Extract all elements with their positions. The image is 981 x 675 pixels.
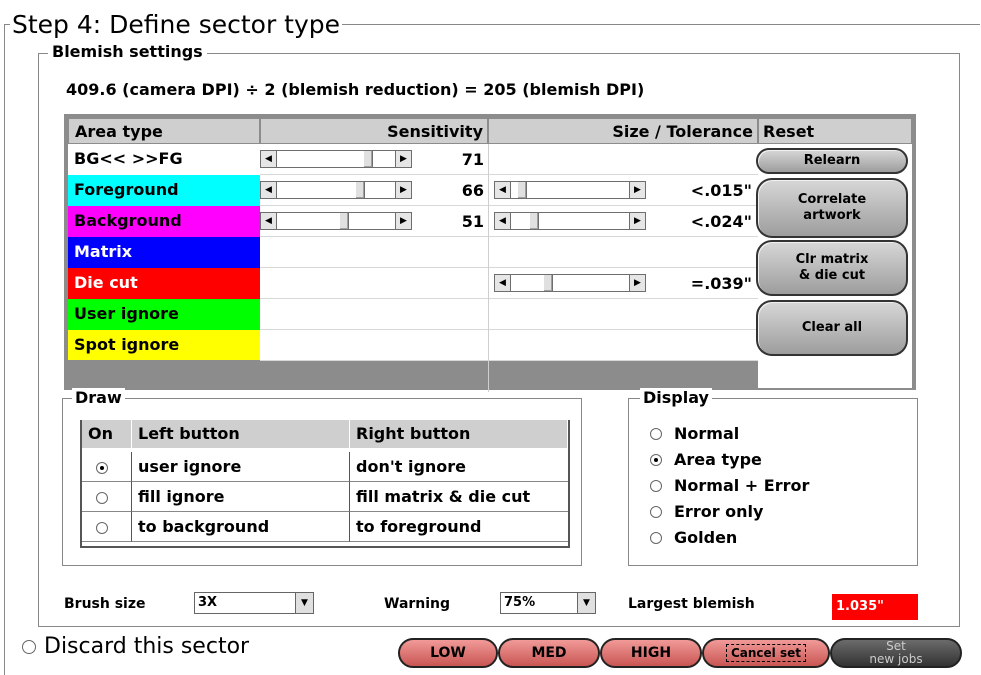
warning-select[interactable]: 75% ▼ — [500, 592, 596, 614]
scroll-right-icon[interactable]: ▶ — [629, 275, 645, 291]
draw-on-cell[interactable] — [82, 512, 132, 542]
draw-radio-2[interactable] — [96, 522, 108, 534]
scroll-left-icon[interactable]: ◀ — [495, 213, 511, 229]
radio-icon[interactable] — [22, 640, 36, 654]
header-sensitivity: Sensitivity — [260, 118, 488, 144]
foreground-sensitivity-slider[interactable]: ◀ ▶ — [260, 181, 412, 199]
slider-thumb[interactable] — [339, 213, 349, 229]
largest-blemish-label: Largest blemish — [628, 596, 755, 612]
scroll-right-icon[interactable]: ▶ — [629, 213, 645, 229]
header-area-type: Area type — [68, 118, 260, 144]
scroll-left-icon[interactable]: ◀ — [261, 151, 277, 167]
draw-header-right: Right button — [350, 420, 568, 448]
grid-row — [260, 330, 760, 361]
foreground-tolerance-slider[interactable]: ◀ ▶ — [494, 181, 646, 199]
grid-row — [260, 237, 760, 268]
correlate-artwork-button[interactable]: Correlate artwork — [756, 178, 908, 238]
background-sensitivity-slider[interactable]: ◀ ▶ — [260, 212, 412, 230]
area-type-spot-ignore: Spot ignore — [68, 330, 260, 360]
area-type-user-ignore: User ignore — [68, 299, 260, 330]
scroll-left-icon[interactable]: ◀ — [495, 275, 511, 291]
area-type-foreground: Foreground — [68, 175, 260, 206]
correlate-label-2: artwork — [803, 208, 861, 223]
draw-on-cell[interactable] — [82, 452, 132, 482]
clear-all-button[interactable]: Clear all — [756, 300, 908, 356]
draw-left-2: to background — [132, 512, 350, 542]
scroll-right-icon[interactable]: ▶ — [395, 213, 411, 229]
brush-size-value: 3X — [198, 595, 218, 610]
draw-right-0: don't ignore — [350, 452, 568, 482]
slider-thumb[interactable] — [363, 151, 373, 167]
cancel-set-button[interactable]: Cancel set — [702, 638, 830, 668]
scroll-left-icon[interactable]: ◀ — [495, 182, 511, 198]
draw-radio-1[interactable] — [96, 492, 108, 504]
die-cut-tolerance-slider[interactable]: ◀ ▶ — [494, 274, 646, 292]
radio-icon[interactable] — [650, 480, 662, 492]
draw-left-0: user ignore — [132, 452, 350, 482]
clr-matrix-label-1: Clr matrix — [795, 252, 869, 267]
slider-thumb[interactable] — [517, 182, 527, 198]
header-reset: Reset — [758, 118, 912, 144]
header-size-tolerance: Size / Tolerance — [488, 118, 758, 144]
bg-fg-sensitivity-slider[interactable]: ◀ ▶ — [260, 150, 412, 168]
radio-icon[interactable] — [650, 506, 662, 518]
clr-matrix-label-2: & die cut — [798, 268, 866, 283]
die-cut-tolerance-value: =.039" — [690, 274, 752, 293]
step-title: Step 4: Define sector type — [10, 10, 343, 39]
draw-left-1: fill ignore — [132, 482, 350, 512]
scroll-left-icon[interactable]: ◀ — [261, 213, 277, 229]
clear-matrix-die-cut-button[interactable]: Clr matrix & die cut — [756, 240, 908, 296]
low-button[interactable]: LOW — [398, 638, 498, 668]
radio-icon[interactable] — [650, 532, 662, 544]
area-type-bg-fg: BG<< >>FG — [68, 144, 260, 175]
scroll-right-icon[interactable]: ▶ — [629, 182, 645, 198]
slider-thumb[interactable] — [543, 275, 553, 291]
foreground-tolerance-value: <.015" — [690, 181, 752, 200]
scroll-left-icon[interactable]: ◀ — [261, 182, 277, 198]
slider-thumb[interactable] — [529, 213, 539, 229]
display-title: Display — [640, 388, 712, 407]
scroll-right-icon[interactable]: ▶ — [395, 151, 411, 167]
correlate-label-1: Correlate — [797, 192, 867, 207]
area-type-background: Background — [68, 206, 260, 237]
draw-table: On Left button Right button user ignore … — [80, 420, 570, 548]
dropdown-arrow-icon[interactable]: ▼ — [295, 593, 313, 613]
area-type-matrix: Matrix — [68, 237, 260, 268]
area-type-table: Area type Sensitivity Size / Tolerance R… — [64, 114, 916, 392]
clear-all-label: Clear all — [801, 320, 863, 335]
high-button[interactable]: HIGH — [600, 638, 702, 668]
grid-row — [260, 299, 760, 330]
brush-size-label: Brush size — [64, 596, 146, 612]
relearn-button[interactable]: Relearn — [756, 148, 908, 174]
background-tolerance-value: <.024" — [690, 212, 752, 231]
dpi-calculation: 409.6 (camera DPI) ÷ 2 (blemish reductio… — [66, 80, 645, 99]
background-sensitivity-value: 51 — [461, 212, 484, 231]
draw-header-left: Left button — [132, 420, 350, 448]
bg-fg-sensitivity-value: 71 — [461, 150, 484, 169]
relearn-label: Relearn — [803, 153, 861, 168]
blemish-settings-title: Blemish settings — [48, 43, 207, 61]
column-divider — [488, 144, 489, 392]
foreground-sensitivity-value: 66 — [461, 181, 484, 200]
dropdown-arrow-icon[interactable]: ▼ — [577, 593, 595, 613]
scroll-right-icon[interactable]: ▶ — [395, 182, 411, 198]
warning-label: Warning — [384, 596, 451, 612]
draw-right-1: fill matrix & die cut — [350, 482, 568, 512]
med-button[interactable]: MED — [498, 638, 600, 668]
radio-icon[interactable] — [650, 428, 662, 440]
warning-value: 75% — [504, 595, 536, 610]
brush-size-select[interactable]: 3X ▼ — [194, 592, 314, 614]
largest-blemish-value: 1.035" — [832, 594, 918, 620]
area-type-die-cut: Die cut — [68, 268, 260, 299]
slider-thumb[interactable] — [355, 182, 365, 198]
draw-header-on: On — [82, 420, 132, 448]
draw-radio-0[interactable] — [96, 462, 108, 474]
set-new-jobs-button[interactable]: Set new jobs — [830, 638, 962, 668]
draw-on-cell[interactable] — [82, 482, 132, 512]
draw-right-2: to foreground — [350, 512, 568, 542]
draw-title: Draw — [72, 388, 125, 407]
radio-icon[interactable] — [650, 454, 662, 466]
background-tolerance-slider[interactable]: ◀ ▶ — [494, 212, 646, 230]
